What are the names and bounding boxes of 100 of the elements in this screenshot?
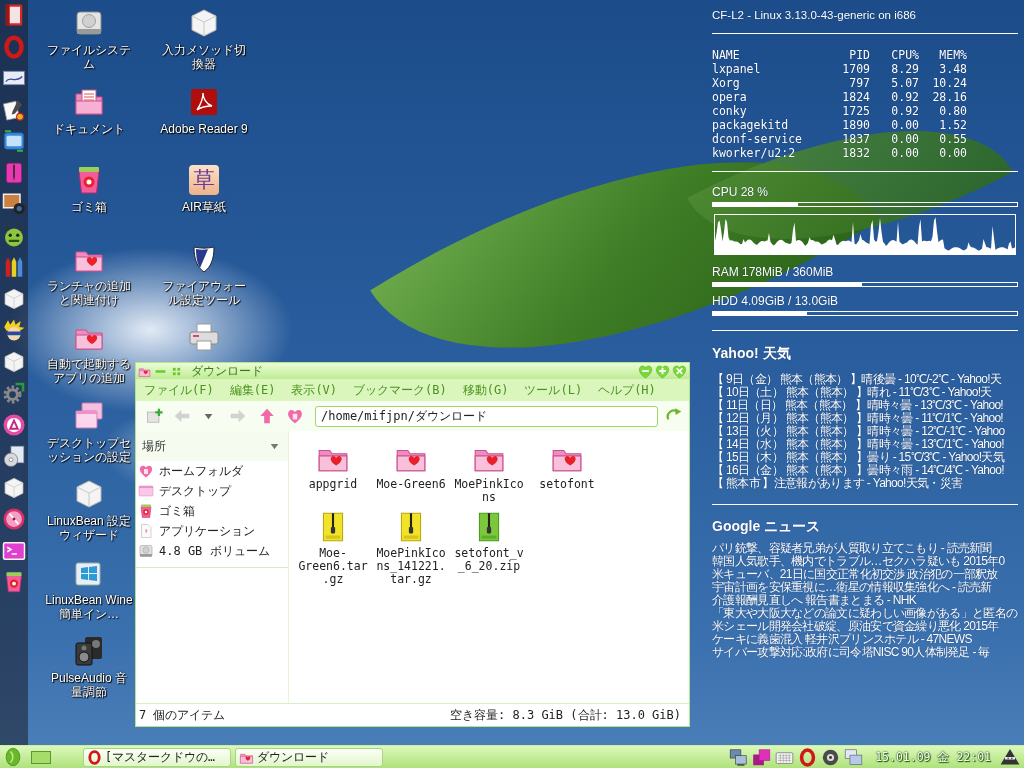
table-cell: 0.00 [891, 118, 919, 132]
disc-box-icon[interactable] [2, 444, 26, 468]
disc-icon[interactable] [821, 747, 841, 767]
cube-icon[interactable] [2, 286, 26, 311]
news-headline: ケーキに義歯混入 軽井沢プリンスホテル - 47NEWS [712, 633, 972, 646]
weather-forecast-line: 【 13日（火） 熊本（熊本） 】晴時々曇 - 12℃/-1℃ - Yahoo [712, 425, 1005, 438]
disk-usage-label: HDD 4.09GiB / 13.0GiB [712, 294, 839, 308]
table-cell: 797 [849, 76, 870, 90]
desktop-shortcut[interactable]: ファイルシステム [45, 7, 133, 71]
task-button[interactable]: ダウンロード [235, 747, 383, 767]
cartoon-face-icon[interactable] [2, 318, 26, 342]
places-dropdown[interactable]: 場所 [136, 431, 288, 461]
file-item[interactable]: Moe-Green6 [372, 441, 450, 504]
file-item[interactable]: setofont [528, 441, 606, 504]
file-item[interactable]: Moe-Green6.tar.gz [294, 510, 372, 586]
news-headline: 米キューバ、21日に国交正常化初交渉 政治犯の一部釈放 [712, 568, 998, 581]
desktop-shortcut[interactable]: ゴミ箱 [45, 164, 133, 214]
place-item[interactable]: アプリケーション [136, 521, 288, 541]
column-header: PID [849, 48, 870, 62]
desktop-shortcut[interactable]: PulseAudio 音量調節 [45, 635, 133, 699]
speakers-icon [73, 635, 105, 667]
cube-icon[interactable] [2, 349, 26, 374]
workspace-pager-icon[interactable] [752, 747, 772, 767]
table-cell: 1837 [842, 132, 870, 146]
table-cell: 3.48 [939, 62, 967, 76]
table-cell: conky [712, 104, 747, 118]
news-headline: 介護報酬見直しへ 報告書まとまる - NHK [712, 594, 916, 607]
cube-icon [73, 478, 105, 510]
table-cell: Xorg [712, 76, 740, 90]
desktop-shortcut[interactable]: ドキュメント [45, 85, 133, 136]
table-cell: 0.55 [939, 132, 967, 146]
window-title: ダウンロード [191, 364, 263, 378]
heart-close-icon [672, 363, 687, 379]
news-headline: 韓国人気歌手、機内でトラブル…セクハラ疑いも 2015年0 [712, 555, 1005, 568]
table-cell: 8.29 [891, 62, 919, 76]
weather-forecast-line: 【 14日（水） 熊本（熊本） 】晴時々曇 - 13℃/1℃ - Yahoo! [712, 438, 1004, 451]
news-headline: 米シェール開発会社破綻、原油安で資金繰り悪化 2015年 [712, 620, 999, 633]
weather-forecast-line: 【 熊本市 】注意報があります - Yahoo!天気・災害 [712, 477, 963, 490]
weather-forecast-line: 【 11日（日） 熊本（熊本） 】晴時々曇 - 13℃/3℃ - Yahoo! [712, 399, 1003, 412]
show-desktop-button[interactable] [31, 750, 51, 764]
table-cell: 28.16 [932, 90, 967, 104]
desktop-shortcut[interactable]: 入力メソッド切換器 [158, 7, 250, 71]
desktop-shortcut[interactable]: LinuxBean Wine 簡単イン… [45, 556, 133, 621]
table-cell: 5.07 [891, 76, 919, 90]
file-item[interactable]: setofont_v_6_20.zip [450, 510, 528, 586]
desktop-shortcut[interactable] [188, 321, 220, 353]
trash-bucket-icon [138, 503, 154, 519]
app-tile-icon[interactable] [2, 129, 26, 153]
desktop-shortcut[interactable]: デスクトップセッションの設定 [45, 399, 133, 464]
file-item[interactable]: MoePinkIcons [450, 441, 528, 504]
table-cell: 0.92 [891, 104, 919, 118]
circle-emblem-icon[interactable] [2, 412, 26, 437]
monitors-icon[interactable] [729, 747, 749, 767]
table-cell: opera [712, 90, 747, 104]
weather-heading: Yahoo! 天気 [712, 344, 791, 362]
table-cell: 0.00 [891, 146, 919, 160]
weather-forecast-line: 【 10日（土） 熊本（熊本） 】晴れ - 11℃/3℃ - Yahoo!天 [712, 386, 992, 399]
place-item[interactable]: ゴミ箱 [136, 501, 288, 521]
place-item[interactable]: デスクトップ [136, 481, 288, 501]
path-field[interactable]: /home/mifjpn/ダウンロード [315, 405, 658, 427]
news-headline: パリ銃撃、容疑者兄弟が人質取り立てこもり - 読売新聞 [712, 542, 992, 555]
desktop-shortcut[interactable]: ランチャの追加と関連付け [45, 242, 133, 307]
table-cell: 0.80 [939, 104, 967, 118]
system-info-text: CF-L2 - Linux 3.13.0-43-generic on i686 [712, 8, 916, 22]
ring-icon[interactable] [798, 747, 818, 767]
heart-icon [138, 463, 154, 479]
monster-face-icon[interactable] [2, 223, 26, 248]
file-item[interactable]: appgrid [294, 441, 372, 504]
place-item[interactable]: 4.8 GB ボリューム [136, 541, 288, 561]
desktop-shortcut[interactable]: LinuxBean 設定ウィザード [45, 478, 133, 542]
column-header: MEM% [939, 48, 967, 62]
task-button[interactable]: [マスタークドウの… [83, 747, 231, 767]
memory-usage-label: RAM 178MiB / 360MiB [712, 265, 834, 279]
desktop-shortcut[interactable]: 草 AIR草紙 [158, 164, 250, 214]
ring-icon [87, 749, 102, 765]
file-item[interactable]: MoePinkIcons_141221.tar.gz [372, 510, 450, 586]
desktop-window-icon [138, 483, 154, 499]
document-icon [138, 523, 154, 539]
table-cell: 10.24 [932, 76, 967, 90]
windows-icon[interactable] [844, 747, 864, 767]
desktop-shortcut[interactable]: 自動で起動するアプリの追加 [45, 321, 133, 385]
table-cell: 1824 [842, 90, 870, 104]
heart-plus-icon [655, 363, 670, 379]
photo-camera-icon[interactable] [2, 192, 26, 216]
compass-icon[interactable] [2, 507, 26, 531]
hooded-face-icon[interactable] [999, 747, 1021, 767]
place-item[interactable]: ホームフォルダ [136, 461, 288, 481]
table-cell: dconf-service [712, 132, 802, 146]
stacked-windows-icon [73, 399, 105, 432]
gear-arrow-icon[interactable] [2, 381, 26, 405]
table-cell: kworker/u2:2 [712, 146, 796, 160]
bean-menu-icon[interactable] [3, 747, 23, 767]
desktop-shortcut[interactable]: Adobe Reader 9 [158, 85, 250, 136]
cube-icon[interactable] [2, 475, 26, 500]
column-header: CPU% [891, 48, 919, 62]
column-header: NAME [712, 48, 740, 62]
weather-forecast-line: 【 9日（金） 熊本（熊本） 】晴後曇 - 10℃/-2℃ - Yahoo!天 [712, 373, 1002, 386]
cube-icon [188, 7, 220, 39]
news-headline: 宇宙計画を安保重視に…衛星の情報収集強化へ - 読売新 [712, 581, 992, 594]
weather-forecast-line: 【 12日（月） 熊本（熊本） 】晴時々曇 - 11℃/1℃ - Yahoo! [712, 412, 1003, 425]
